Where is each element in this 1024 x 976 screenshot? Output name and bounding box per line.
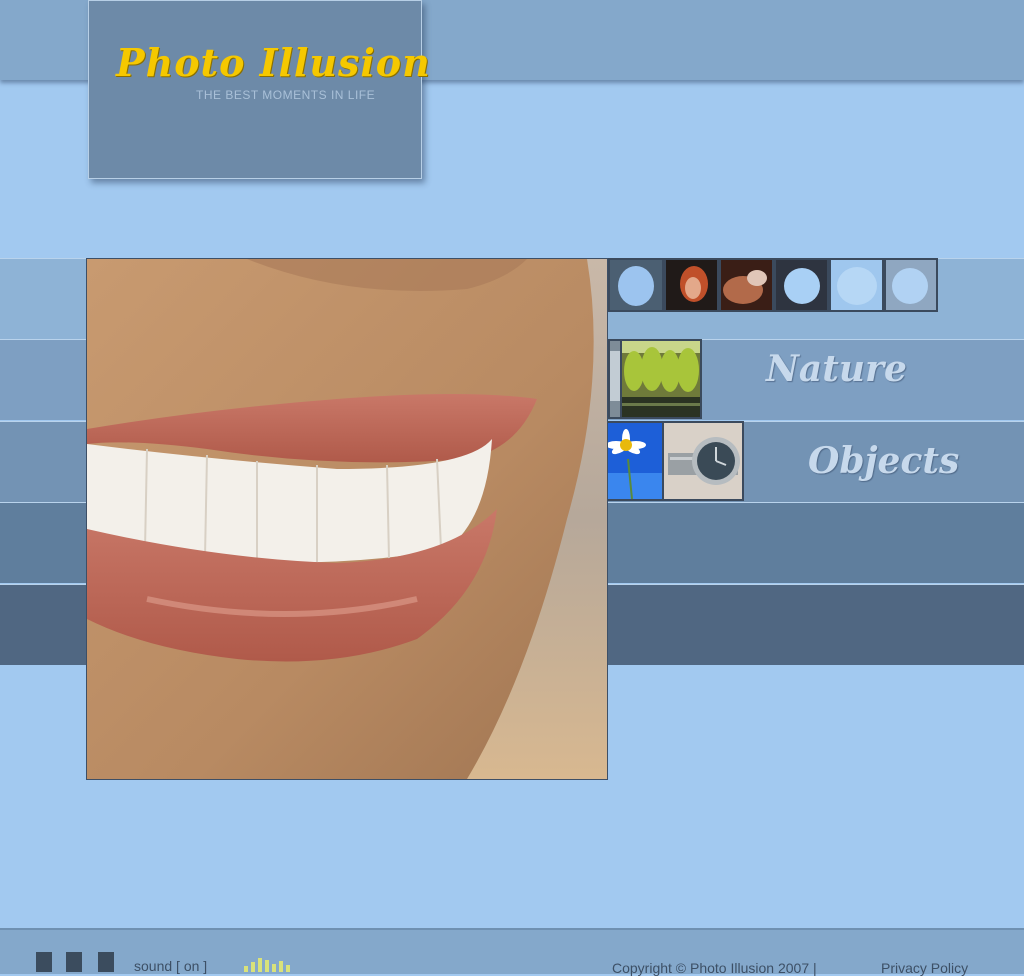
thumbnail-people-5[interactable]	[829, 258, 884, 312]
thumbnail-people-2[interactable]	[664, 258, 719, 312]
thumbnail-people-6[interactable]	[884, 258, 938, 312]
sound-visual-block-3	[98, 952, 114, 972]
featured-photo	[86, 258, 608, 780]
sound-visual-block-1	[36, 952, 52, 972]
logo-tagline: THE BEST MOMENTS IN LIFE	[196, 88, 376, 102]
thumbnail-objects-daisy[interactable]	[606, 421, 664, 501]
sound-equalizer-icon[interactable]	[244, 956, 296, 972]
thumbnail-people-1[interactable]	[608, 258, 664, 312]
category-label-objects[interactable]: Objects	[808, 440, 959, 482]
category-label-nature[interactable]: Nature	[766, 348, 907, 390]
logo-title: Photo Illusion	[116, 40, 431, 85]
copyright-text: Copyright © Photo Illusion 2007 |	[612, 960, 817, 976]
thumbnail-objects-watch[interactable]	[662, 421, 744, 501]
privacy-policy-link[interactable]: Privacy Policy	[881, 960, 968, 976]
thumbnail-people-4[interactable]	[774, 258, 829, 312]
thumbnail-nature-trees[interactable]	[620, 339, 702, 419]
thumbnail-people-3[interactable]	[719, 258, 774, 312]
sound-visual-block-2	[66, 952, 82, 972]
